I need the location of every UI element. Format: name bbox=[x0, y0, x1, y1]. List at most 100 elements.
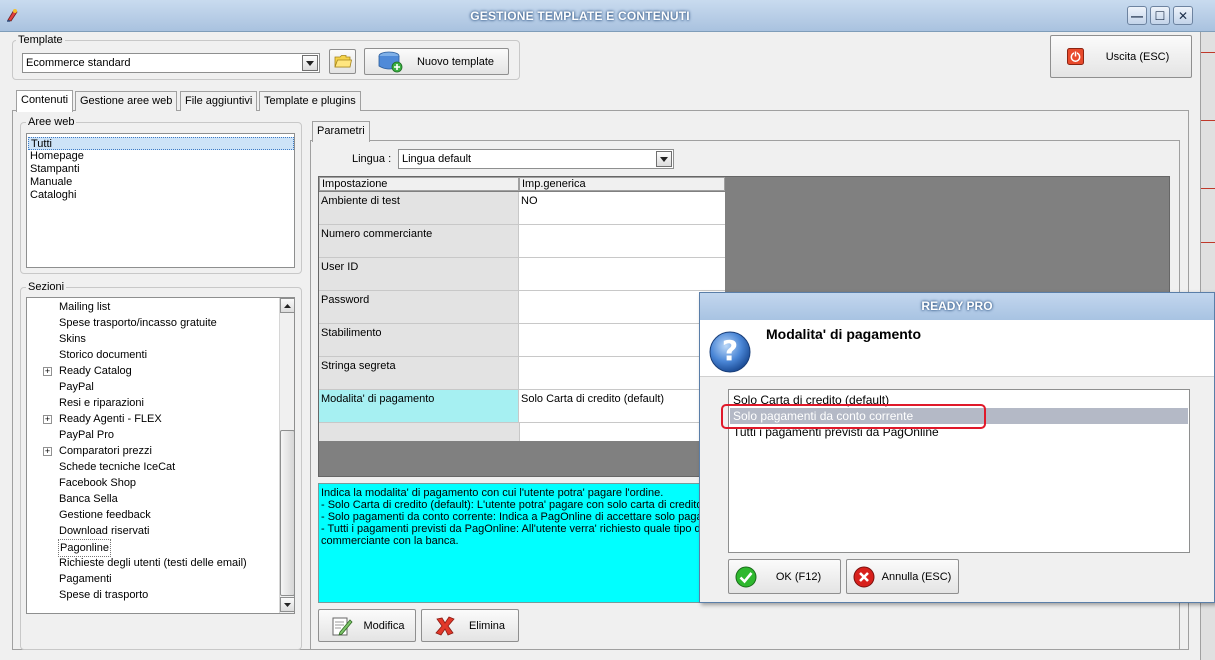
aree-web-list[interactable]: Tutti Homepage Stampanti Manuale Catalog… bbox=[26, 133, 295, 268]
tree-item[interactable]: Spese trasporto/incasso gratuite bbox=[27, 315, 277, 331]
cell-setting-value[interactable] bbox=[519, 258, 725, 290]
tree-item-label: Comparatori prezzi bbox=[59, 445, 152, 457]
annotation-highlight bbox=[721, 404, 986, 429]
column-header-imp-generica[interactable]: Imp.generica bbox=[519, 177, 725, 191]
expand-plus-icon[interactable]: + bbox=[43, 367, 52, 376]
list-item-cataloghi[interactable]: Cataloghi bbox=[28, 189, 294, 202]
tree-item[interactable]: PayPal bbox=[27, 379, 277, 395]
tree-item[interactable]: Facebook Shop bbox=[27, 475, 277, 491]
table-row[interactable]: Numero commerciante bbox=[319, 225, 725, 258]
scroll-down-button[interactable] bbox=[280, 597, 294, 612]
tree-item[interactable]: + Comparatori prezzi bbox=[27, 443, 277, 459]
table-row[interactable]: Modalita' di pagamento Solo Carta di cred… bbox=[319, 390, 725, 423]
tree-item[interactable]: Schede tecniche IceCat bbox=[27, 459, 277, 475]
tree-item[interactable]: Mailing list bbox=[27, 299, 277, 315]
cell-setting-value[interactable]: Solo Carta di credito (default) bbox=[519, 390, 725, 422]
tree-item-label: Download riservati bbox=[59, 525, 150, 537]
tab-gestione-aree-web[interactable]: Gestione aree web bbox=[75, 91, 178, 111]
lingua-dropdown-button[interactable] bbox=[656, 151, 672, 167]
lingua-select[interactable]: Lingua default bbox=[398, 149, 674, 169]
tree-item[interactable]: Pagonline bbox=[27, 539, 277, 557]
payment-mode-dialog[interactable]: READY PRO ? Modalita' di pagamento Solo … bbox=[699, 292, 1215, 603]
list-item-tutti[interactable]: Tutti bbox=[28, 137, 294, 150]
tab-template-e-plugins[interactable]: Template e plugins bbox=[259, 91, 361, 111]
template-group-label: Template bbox=[16, 34, 65, 46]
tree-item-label: Spese di trasporto bbox=[59, 589, 149, 601]
tree-item[interactable]: Gestione feedback bbox=[27, 507, 277, 523]
new-template-icon bbox=[378, 51, 403, 72]
maximize-button[interactable]: ☐ bbox=[1150, 6, 1170, 25]
scroll-up-button[interactable] bbox=[280, 298, 294, 313]
tab-file-aggiuntivi[interactable]: File aggiuntivi bbox=[180, 91, 258, 111]
tree-item[interactable]: PayPal Pro bbox=[27, 427, 277, 443]
tree-item[interactable]: Banca Sella bbox=[27, 491, 277, 507]
cancel-button[interactable]: Annulla (ESC) bbox=[846, 559, 959, 594]
close-button[interactable]: ✕ bbox=[1173, 6, 1193, 25]
template-select[interactable]: Ecommerce standard bbox=[22, 53, 320, 73]
tree-item[interactable]: Skins bbox=[27, 331, 277, 347]
strip-line bbox=[1201, 120, 1215, 121]
minimize-icon: — bbox=[1131, 8, 1143, 23]
power-icon bbox=[1067, 48, 1084, 65]
expand-plus-icon[interactable]: + bbox=[43, 415, 52, 424]
tree-item[interactable]: Pagamenti bbox=[27, 571, 277, 587]
tree-item[interactable]: + Ready Catalog bbox=[27, 363, 277, 379]
table-row[interactable]: Stabilimento bbox=[319, 324, 725, 357]
cell-setting-value[interactable] bbox=[519, 324, 725, 356]
list-item-homepage[interactable]: Homepage bbox=[28, 150, 294, 163]
new-template-button-label: Nuovo template bbox=[416, 55, 495, 68]
tree-item-label: Spese trasporto/incasso gratuite bbox=[59, 317, 217, 329]
tree-item-label: PayPal Pro bbox=[59, 429, 115, 441]
dialog-titlebar[interactable]: READY PRO bbox=[700, 293, 1214, 320]
tree-item[interactable]: Richieste degli utenti (testi delle emai… bbox=[27, 555, 277, 571]
new-template-button[interactable]: Nuovo template bbox=[364, 48, 509, 75]
cell-setting-value[interactable] bbox=[519, 357, 725, 389]
tree-item[interactable]: Storico documenti bbox=[27, 347, 277, 363]
table-row[interactable]: Password bbox=[319, 291, 725, 324]
cell-setting-name: Stabilimento bbox=[319, 324, 519, 356]
table-row-empty[interactable] bbox=[319, 423, 725, 441]
tree-item[interactable]: Download riservati bbox=[27, 523, 277, 539]
cell-setting-value[interactable]: NO bbox=[519, 192, 725, 224]
description-box: Indica la modalita' di pagamento con cui… bbox=[318, 483, 700, 603]
minimize-button[interactable]: — bbox=[1127, 6, 1147, 25]
lingua-select-value: Lingua default bbox=[402, 153, 472, 165]
tree-item[interactable]: Spese di trasporto bbox=[27, 587, 277, 603]
ok-button[interactable]: OK (F12) bbox=[728, 559, 841, 594]
grid-body: Ambiente di test NO Numero commerciante Use… bbox=[319, 192, 725, 441]
cell-setting-name: Numero commerciante bbox=[319, 225, 519, 257]
description-line: - Tutti i pagamenti previsti da PagOnlin… bbox=[321, 523, 700, 535]
description-line: - Solo pagamenti da conto corrente: Indi… bbox=[321, 511, 700, 523]
window-titlebar[interactable]: GESTIONE TEMPLATE E CONTENUTI — ☐ ✕ bbox=[0, 0, 1215, 32]
list-item-stampanti[interactable]: Stampanti bbox=[28, 163, 294, 176]
table-row[interactable]: User ID bbox=[319, 258, 725, 291]
table-row[interactable]: Stringa segreta bbox=[319, 357, 725, 390]
chevron-down-icon bbox=[660, 156, 668, 162]
expand-plus-icon[interactable]: + bbox=[43, 447, 52, 456]
tab-parametri[interactable]: Parametri bbox=[312, 121, 370, 142]
tree-item-label: Ready Agenti - FLEX bbox=[59, 413, 162, 425]
open-folder-button[interactable] bbox=[329, 49, 356, 74]
tab-contenuti[interactable]: Contenuti bbox=[16, 90, 74, 112]
maximize-icon: ☐ bbox=[1154, 8, 1166, 23]
scroll-thumb[interactable] bbox=[280, 430, 294, 596]
tree-item[interactable]: + Ready Agenti - FLEX bbox=[27, 411, 277, 427]
cancel-icon bbox=[853, 566, 875, 587]
column-header-impostazione[interactable]: Impostazione bbox=[319, 177, 519, 191]
delete-button[interactable]: Elimina bbox=[421, 609, 519, 642]
tree-item-label: Skins bbox=[59, 333, 86, 345]
cancel-button-label: Annulla (ESC) bbox=[881, 570, 952, 583]
tree-item[interactable]: Resi e riparazioni bbox=[27, 395, 277, 411]
window-title: GESTIONE TEMPLATE E CONTENUTI bbox=[470, 9, 690, 23]
modify-button[interactable]: Modifica bbox=[318, 609, 416, 642]
sezioni-tree[interactable]: Mailing list Spese trasporto/incasso grat… bbox=[26, 297, 295, 614]
cell-setting-value[interactable] bbox=[519, 225, 725, 257]
sezioni-scrollbar[interactable] bbox=[279, 298, 294, 613]
list-item-manuale[interactable]: Manuale bbox=[28, 176, 294, 189]
exit-button[interactable]: Uscita (ESC) bbox=[1050, 35, 1192, 78]
table-row[interactable]: Ambiente di test NO bbox=[319, 192, 725, 225]
template-dropdown-button[interactable] bbox=[302, 55, 318, 71]
checkmark-icon bbox=[735, 566, 757, 587]
tree-item-label: Mailing list bbox=[59, 301, 111, 313]
cell-setting-value[interactable] bbox=[519, 291, 725, 323]
